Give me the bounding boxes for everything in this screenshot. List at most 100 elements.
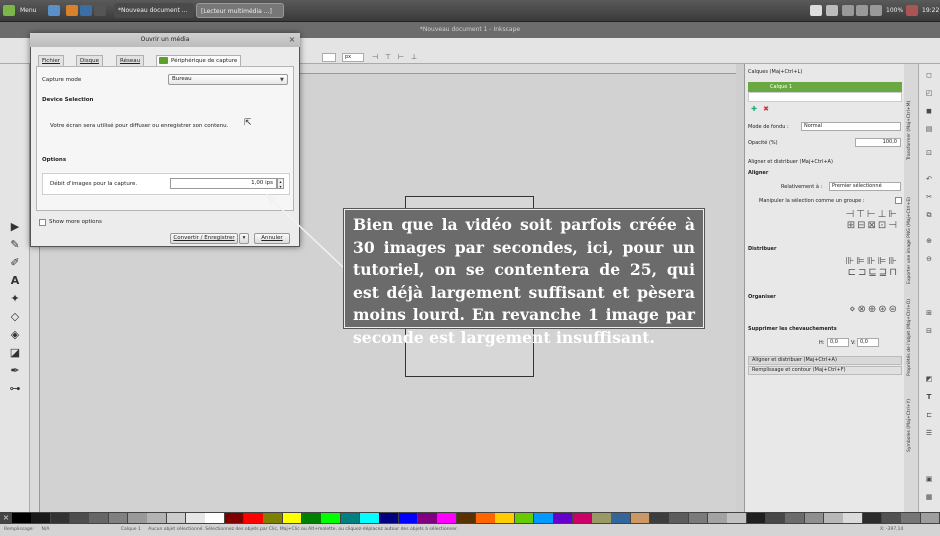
color-swatch[interactable]: [12, 513, 31, 523]
menu-button[interactable]: Menu: [16, 3, 44, 18]
layers-icon[interactable]: ☰: [924, 428, 934, 438]
copy-icon[interactable]: ⧉: [924, 210, 934, 220]
zoom-field[interactable]: [322, 53, 336, 62]
selector-tool-icon[interactable]: ▶: [8, 220, 22, 234]
color-swatch[interactable]: [147, 513, 167, 523]
xml-editor-icon[interactable]: ⊏: [924, 410, 934, 420]
v-input[interactable]: 0,0: [857, 338, 879, 347]
relative-select[interactable]: Premier sélectionné: [829, 182, 901, 191]
color-swatch[interactable]: [321, 513, 341, 523]
taskbar-inkscape[interactable]: *Nouveau document ...: [114, 3, 194, 18]
color-swatch[interactable]: [89, 513, 109, 523]
tab-file[interactable]: Fichier: [38, 55, 64, 66]
layer-row[interactable]: Calque 1: [748, 82, 902, 92]
color-swatch[interactable]: [379, 513, 399, 523]
color-swatch[interactable]: [920, 513, 940, 523]
record-icon[interactable]: [906, 5, 918, 16]
color-swatch[interactable]: [804, 513, 824, 523]
align-center-icon[interactable]: ⊤: [383, 52, 393, 62]
tab-disc[interactable]: Disque: [76, 55, 103, 66]
color-swatch[interactable]: [476, 513, 495, 523]
color-swatch[interactable]: [456, 513, 476, 523]
print-icon[interactable]: ▤: [924, 124, 934, 134]
blend-mode-select[interactable]: Normal: [801, 122, 901, 131]
eraser-tool-icon[interactable]: ◇: [8, 310, 22, 324]
color-swatch[interactable]: [611, 513, 631, 523]
dock-tab-transform[interactable]: Transformer (Maj+Ctrl+M): [907, 70, 915, 160]
zoom-drawing-icon[interactable]: ⊖: [924, 254, 934, 264]
no-paint-swatch[interactable]: ×: [0, 512, 12, 524]
app-icon[interactable]: [94, 5, 106, 16]
color-swatch[interactable]: [128, 513, 147, 523]
dock-tab-properties[interactable]: Propriétés de l'objet (Maj+Ctrl+O): [907, 286, 915, 376]
color-swatch[interactable]: [108, 513, 128, 523]
color-swatch[interactable]: [224, 513, 244, 523]
color-swatch[interactable]: [186, 513, 205, 523]
menu-icon[interactable]: [3, 5, 15, 16]
user-icon[interactable]: [810, 5, 822, 16]
h-input[interactable]: 0,0: [827, 338, 849, 347]
align-buttons[interactable]: ⊣⊤⊢⊥⊩ ⊞⊟⊠⊡⊣: [799, 209, 899, 235]
capture-mode-select[interactable]: Bureau: [168, 74, 288, 85]
align-left-icon[interactable]: ⊣: [370, 52, 380, 62]
terminal-icon[interactable]: [80, 5, 92, 16]
layers-panel-title[interactable]: Calques (Maj+Ctrl+L): [748, 68, 902, 77]
group-icon[interactable]: ⊞: [924, 308, 934, 318]
color-swatch[interactable]: [824, 513, 843, 523]
dock-tab-symbols[interactable]: Symboles (Maj+Ctrl+Y): [907, 382, 915, 452]
color-swatch[interactable]: [418, 513, 437, 523]
files-icon[interactable]: [48, 5, 60, 16]
color-swatch[interactable]: [340, 513, 360, 523]
align-right-icon[interactable]: ⊢: [396, 52, 406, 62]
battery-status[interactable]: 100%: [882, 3, 906, 18]
show-more-label[interactable]: Show more options: [49, 219, 102, 225]
color-swatch[interactable]: [360, 513, 379, 523]
dock-tab-export[interactable]: Exporter une image PNG (Maj+Ctrl+E): [907, 174, 915, 284]
clock[interactable]: 19:22: [918, 3, 940, 18]
delete-layer-icon[interactable]: ✖: [761, 104, 771, 114]
add-layer-icon[interactable]: ✚: [749, 104, 759, 114]
color-swatch[interactable]: [398, 513, 418, 523]
undo-icon[interactable]: ↶: [924, 174, 934, 184]
color-swatch[interactable]: [302, 513, 321, 523]
fill-stroke-icon[interactable]: ◩: [924, 374, 934, 384]
node-tool-icon[interactable]: ✎: [8, 238, 22, 252]
layer-list[interactable]: [748, 92, 902, 102]
tab-network[interactable]: Réseau: [116, 55, 145, 66]
gradient-tool-icon[interactable]: ◪: [8, 346, 22, 360]
color-swatch[interactable]: [650, 513, 669, 523]
color-swatch[interactable]: [70, 513, 89, 523]
color-swatch[interactable]: [572, 513, 592, 523]
color-swatch[interactable]: [50, 513, 70, 523]
open-icon[interactable]: ◰: [924, 88, 934, 98]
collapsed-align-panel[interactable]: Aligner et distribuer (Maj+Ctrl+A): [748, 356, 902, 365]
color-swatch[interactable]: [514, 513, 534, 523]
color-swatch[interactable]: [205, 513, 225, 523]
color-swatch[interactable]: [31, 513, 51, 523]
color-swatch[interactable]: [630, 513, 650, 523]
ungroup-icon[interactable]: ⊟: [924, 326, 934, 336]
unit-select[interactable]: px: [342, 53, 364, 62]
color-swatch[interactable]: [437, 513, 457, 523]
import-icon[interactable]: ⊡: [924, 148, 934, 158]
connector-tool-icon[interactable]: ⊶: [8, 382, 22, 396]
color-swatch[interactable]: [669, 513, 689, 523]
color-swatch[interactable]: [785, 513, 805, 523]
framerate-stepper[interactable]: ▴ ▾: [277, 178, 284, 189]
color-swatch[interactable]: [843, 513, 863, 523]
color-swatch[interactable]: [688, 513, 708, 523]
framerate-input[interactable]: 1,00 ips: [170, 178, 277, 189]
color-swatch[interactable]: [553, 513, 573, 523]
color-swatch[interactable]: [263, 513, 283, 523]
bucket-tool-icon[interactable]: ◈: [8, 328, 22, 342]
color-swatch[interactable]: [727, 513, 747, 523]
color-swatch[interactable]: [746, 513, 766, 523]
color-swatch[interactable]: [282, 513, 302, 523]
color-swatch[interactable]: [862, 513, 882, 523]
layer-indicator[interactable]: Calque 1: [121, 527, 141, 532]
collapsed-fill-panel[interactable]: Remplissage et contour (Maj+Ctrl+F): [748, 366, 902, 375]
browser-icon[interactable]: [66, 5, 78, 16]
color-swatch[interactable]: [708, 513, 727, 523]
align-bottom-icon[interactable]: ⊥: [409, 52, 419, 62]
vertical-scrollbar[interactable]: [736, 64, 744, 512]
